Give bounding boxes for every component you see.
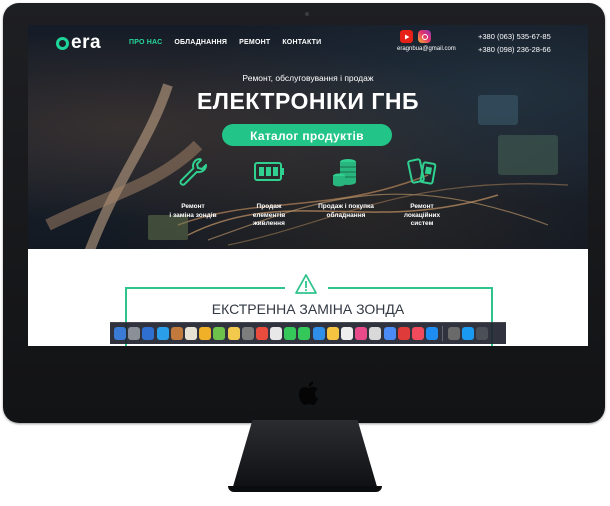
hero-title: ЕЛЕКТРОНІКИ ГНБ (196, 88, 420, 114)
dock-app-icon[interactable] (475, 327, 488, 340)
dock-app-icon[interactable] (447, 327, 460, 340)
dock-app-icon[interactable] (326, 327, 339, 340)
service-label: Продаж і покупка обладнання (318, 203, 374, 219)
dock-app-icon[interactable] (227, 327, 240, 340)
service-repair-probes[interactable]: Ремонт і заміна зондів (158, 155, 228, 220)
service-label: Ремонт локаційних систем (403, 203, 441, 227)
dock-app-icon[interactable] (355, 327, 368, 340)
section-heading: ЕКСТРЕННА ЗАМІНА ЗОНДА (211, 301, 405, 317)
dock-app-icon[interactable] (397, 327, 410, 340)
browser-screen: era ПРО НАС ОБЛАДНАННЯ РЕМОНТ КОНТАКТИ e… (28, 25, 588, 346)
service-equipment-trade[interactable]: Продаж і покупка обладнання (311, 155, 381, 220)
dock-app-icon[interactable] (156, 327, 169, 340)
hero-subtitle: Ремонт, обслуговування і продаж (242, 73, 374, 83)
dock-app-icon[interactable] (341, 327, 353, 340)
dock-app-icon[interactable] (270, 327, 283, 340)
dock-app-icon[interactable] (411, 327, 424, 340)
top-nav: era ПРО НАС ОБЛАДНАННЯ РЕМОНТ КОНТАКТИ e… (28, 25, 588, 65)
dock-app-icon[interactable] (461, 327, 474, 340)
dock-app-icon[interactable] (170, 327, 183, 340)
logo-mark-icon (56, 36, 69, 50)
dock-app-icon[interactable] (369, 327, 382, 340)
dock-app-icon[interactable] (312, 327, 325, 340)
dock-app-icon[interactable] (128, 327, 141, 340)
imac-stand-base (228, 486, 382, 492)
youtube-icon[interactable] (400, 30, 413, 43)
logo-text: era (71, 32, 102, 53)
hero-section: era ПРО НАС ОБЛАДНАННЯ РЕМОНТ КОНТАКТИ e… (28, 25, 588, 249)
wrench-icon (179, 158, 208, 186)
camera-icon (305, 12, 309, 16)
nav-link-about[interactable]: ПРО НАС (129, 39, 162, 46)
apple-logo-icon (298, 381, 318, 405)
dock-app-icon[interactable] (284, 327, 297, 340)
dock-app-icon[interactable] (184, 327, 197, 340)
coins-icon (333, 159, 356, 187)
dock-app-icon[interactable] (241, 327, 254, 340)
instagram-icon[interactable] (418, 30, 431, 43)
nav-link-repair[interactable]: РЕМОНТ (239, 39, 270, 46)
service-locator-repair[interactable]: Ремонт локаційних систем (387, 155, 457, 229)
macos-dock (110, 322, 506, 344)
dock-separator (442, 326, 444, 341)
service-label: Ремонт і заміна зондів (169, 203, 217, 219)
dock-app-icon[interactable] (426, 327, 439, 340)
service-batteries[interactable]: Продаж елементів живлення (234, 155, 304, 229)
dock-app-icon[interactable] (298, 327, 311, 340)
nav-link-contacts[interactable]: КОНТАКТИ (282, 39, 321, 46)
logo[interactable]: era (56, 32, 101, 54)
main-menu: ПРО НАС ОБЛАДНАННЯ РЕМОНТ КОНТАКТИ (129, 39, 321, 46)
nav-link-equipment[interactable]: ОБЛАДНАННЯ (174, 39, 227, 46)
dock-app-icon[interactable] (142, 327, 155, 340)
imac-stand (232, 420, 378, 490)
warning-icon (295, 274, 317, 294)
phone-2[interactable]: +380 (098) 236-28-66 (478, 43, 551, 56)
dock-app-icon[interactable] (114, 327, 126, 340)
social-links (400, 30, 431, 43)
email-link[interactable]: eragnbua@gmail.com (397, 46, 456, 52)
catalog-button[interactable]: Каталог продуктів (222, 124, 392, 146)
service-label: Продаж елементів живлення (252, 203, 286, 227)
device-icon (407, 158, 437, 185)
phone-numbers: +380 (063) 535-67-85 +380 (098) 236-28-6… (478, 30, 551, 56)
phone-1[interactable]: +380 (063) 535-67-85 (478, 30, 551, 43)
dock-app-icon[interactable] (383, 327, 396, 340)
dock-app-icon[interactable] (255, 327, 268, 340)
dock-app-icon[interactable] (199, 327, 212, 340)
dock-app-icon[interactable] (213, 327, 226, 340)
battery-icon (254, 162, 284, 181)
imac-frame: era ПРО НАС ОБЛАДНАННЯ РЕМОНТ КОНТАКТИ e… (3, 3, 605, 423)
